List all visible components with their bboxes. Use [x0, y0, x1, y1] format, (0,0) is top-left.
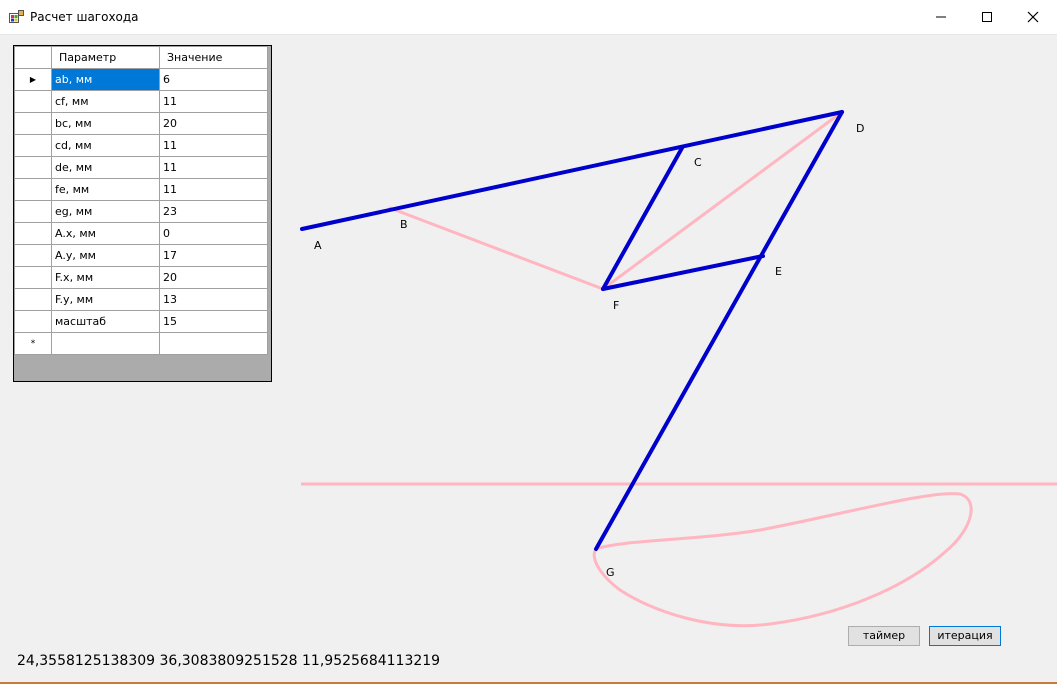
value-cell[interactable]: 23 — [159, 200, 268, 223]
maximize-button[interactable] — [964, 0, 1010, 34]
maximize-icon — [982, 12, 992, 22]
value-cell[interactable]: 0 — [159, 222, 268, 245]
foot-trajectory — [592, 492, 973, 628]
param-cell[interactable]: A.x, мм — [51, 222, 160, 245]
point-label-b: B — [400, 218, 408, 231]
timer-button[interactable]: таймер — [848, 626, 920, 646]
param-cell[interactable]: F.x, мм — [51, 266, 160, 289]
row-header[interactable] — [14, 178, 52, 201]
row-header[interactable]: ▶ — [14, 68, 52, 91]
close-icon — [1027, 11, 1039, 23]
column-header-value[interactable]: Значение — [159, 46, 268, 69]
param-cell[interactable]: масштаб — [51, 310, 160, 333]
value-cell[interactable]: 11 — [159, 156, 268, 179]
table-row[interactable]: eg, мм 23 — [14, 200, 268, 223]
close-button[interactable] — [1010, 0, 1056, 34]
param-cell[interactable]: F.y, мм — [51, 288, 160, 311]
status-readout: 24,3558125138309 36,3083809251528 11,952… — [17, 653, 441, 669]
column-header-param[interactable]: Параметр — [51, 46, 160, 69]
table-row[interactable]: ▶ ab, мм 6 — [14, 68, 268, 91]
iterate-button[interactable]: итерация — [929, 626, 1001, 646]
new-value-cell[interactable] — [159, 332, 268, 355]
value-cell[interactable]: 20 — [159, 266, 268, 289]
row-header[interactable] — [14, 288, 52, 311]
parameters-grid[interactable]: Параметр Значение ▶ ab, мм 6 cf, мм 11 bc, мм… — [13, 45, 272, 382]
row-header[interactable] — [14, 90, 52, 113]
table-row[interactable]: cd, мм 11 — [14, 134, 268, 157]
point-label-c: C — [694, 156, 702, 169]
row-header[interactable] — [14, 134, 52, 157]
row-header[interactable] — [14, 222, 52, 245]
value-cell[interactable]: 6 — [159, 68, 268, 91]
minimize-button[interactable] — [918, 0, 964, 34]
param-cell[interactable]: cf, мм — [51, 90, 160, 113]
param-cell[interactable]: ab, мм — [51, 68, 160, 91]
parameters-table: Параметр Значение ▶ ab, мм 6 cf, мм 11 bc, мм… — [14, 46, 268, 355]
new-param-cell[interactable] — [51, 332, 160, 355]
new-row[interactable]: * — [14, 332, 268, 355]
point-label-d: D — [856, 122, 864, 135]
table-row[interactable]: F.x, мм 20 — [14, 266, 268, 289]
row-header-corner — [14, 46, 52, 69]
table-row[interactable]: A.y, мм 17 — [14, 244, 268, 267]
row-header[interactable] — [14, 112, 52, 135]
value-cell[interactable]: 20 — [159, 112, 268, 135]
value-cell[interactable]: 11 — [159, 134, 268, 157]
value-cell[interactable]: 15 — [159, 310, 268, 333]
grid-header-row: Параметр Значение — [14, 46, 268, 69]
table-row[interactable]: F.y, мм 13 — [14, 288, 268, 311]
param-cell[interactable]: A.y, мм — [51, 244, 160, 267]
table-row[interactable]: A.x, мм 0 — [14, 222, 268, 245]
value-cell[interactable]: 13 — [159, 288, 268, 311]
table-row[interactable]: масштаб 15 — [14, 310, 268, 333]
link-ad — [300, 110, 844, 231]
row-header[interactable] — [14, 156, 52, 179]
point-label-a: A — [314, 239, 322, 252]
new-row-marker[interactable]: * — [14, 332, 52, 355]
row-header[interactable] — [14, 266, 52, 289]
row-header[interactable] — [14, 200, 52, 223]
link-bf-trace — [388, 206, 605, 291]
link-fd-trace — [601, 110, 844, 291]
table-row[interactable]: bc, мм 20 — [14, 112, 268, 135]
param-cell[interactable]: de, мм — [51, 156, 160, 179]
minimize-icon — [936, 16, 946, 18]
row-header[interactable] — [14, 244, 52, 267]
param-cell[interactable]: cd, мм — [51, 134, 160, 157]
row-header[interactable] — [14, 310, 52, 333]
param-cell[interactable]: fe, мм — [51, 178, 160, 201]
table-row[interactable]: fe, мм 11 — [14, 178, 268, 201]
value-cell[interactable]: 11 — [159, 90, 268, 113]
point-label-f: F — [613, 299, 619, 312]
value-cell[interactable]: 17 — [159, 244, 268, 267]
title-bar: Расчет шагохода — [0, 0, 1057, 35]
link-cf — [601, 146, 684, 291]
value-cell[interactable]: 11 — [159, 178, 268, 201]
point-label-g: G — [606, 566, 615, 579]
point-label-e: E — [775, 265, 782, 278]
table-row[interactable]: cf, мм 11 — [14, 90, 268, 113]
link-fe — [601, 254, 765, 291]
table-row[interactable]: de, мм 11 — [14, 156, 268, 179]
param-cell[interactable]: bc, мм — [51, 112, 160, 135]
param-cell[interactable]: eg, мм — [51, 200, 160, 223]
link-dg — [594, 110, 844, 551]
window-title: Расчет шагохода — [30, 10, 139, 24]
app-icon — [9, 10, 24, 23]
